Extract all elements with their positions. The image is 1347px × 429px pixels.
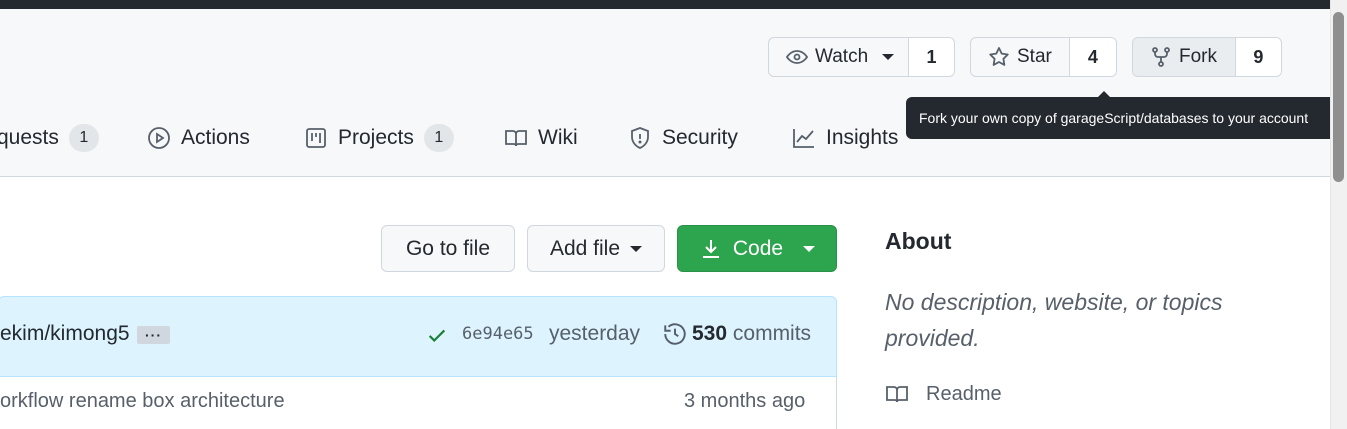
tab-label: Wiki: [538, 126, 578, 149]
commit-sha-link[interactable]: 6e94e65: [462, 324, 534, 344]
star-count[interactable]: 4: [1069, 38, 1116, 76]
tab-projects[interactable]: Projects 1: [304, 120, 454, 156]
star-button[interactable]: Star: [971, 38, 1070, 76]
chevron-down-icon: [630, 245, 643, 252]
fork-button[interactable]: Fork: [1133, 38, 1236, 76]
download-icon: [699, 237, 723, 261]
star-button-group: Star 4: [970, 37, 1117, 77]
commits-label: commits: [732, 322, 812, 345]
top-navbar: [0, 0, 1330, 9]
tab-label: quests: [0, 126, 59, 149]
commit-expand-button[interactable]: ···: [137, 326, 170, 344]
watch-count[interactable]: 1: [909, 38, 954, 76]
play-icon: [147, 126, 171, 150]
shield-icon: [628, 126, 652, 150]
check-icon[interactable]: [426, 324, 448, 351]
file-commit-time: 3 months ago: [684, 390, 806, 412]
about-description: No description, website, or topics provi…: [885, 289, 1223, 351]
add-file-button[interactable]: Add file: [527, 225, 665, 272]
code-label: Code: [732, 236, 784, 260]
tab-wiki[interactable]: Wiki: [504, 120, 578, 156]
tab-pull-requests[interactable]: quests 1: [0, 120, 99, 156]
go-to-file-button[interactable]: Go to file: [381, 225, 515, 272]
watch-button-group: Watch 1: [768, 37, 955, 77]
book-icon: [504, 126, 528, 150]
readme-link[interactable]: Readme: [885, 382, 1002, 406]
commit-author-link[interactable]: ekim/kimong5: [0, 322, 130, 346]
tab-counter: 1: [68, 124, 99, 152]
fork-icon: [1149, 45, 1173, 69]
tab-label: Insights: [826, 126, 899, 149]
file-commit-message[interactable]: orkflow rename box architecture: [0, 390, 285, 413]
graph-icon: [792, 126, 816, 150]
project-icon: [304, 126, 328, 150]
history-icon: [662, 321, 688, 352]
fork-label: Fork: [1179, 46, 1217, 67]
watch-label: Watch: [815, 46, 869, 67]
tab-actions[interactable]: Actions: [147, 120, 250, 156]
code-button[interactable]: Code: [677, 225, 837, 272]
scrollbar-thumb[interactable]: [1333, 12, 1344, 182]
book-icon: [885, 382, 909, 406]
about-heading: About: [885, 228, 952, 254]
commits-link[interactable]: 530 commits: [692, 322, 811, 346]
star-icon: [987, 45, 1011, 69]
tab-counter: 1: [423, 124, 454, 152]
star-label: Star: [1017, 46, 1052, 67]
chevron-down-icon: [882, 54, 895, 60]
go-to-file-label: Go to file: [405, 236, 491, 260]
fork-count[interactable]: 9: [1235, 38, 1281, 76]
commits-count: 530: [692, 322, 728, 345]
fork-tooltip: Fork your own copy of garageScript/datab…: [906, 91, 1347, 139]
tab-security[interactable]: Security: [628, 120, 738, 156]
watch-button[interactable]: Watch: [769, 38, 909, 76]
tab-label: Actions: [181, 126, 250, 149]
tab-label: Projects: [338, 126, 414, 149]
commit-time: yesterday: [549, 322, 641, 345]
fork-button-group: Fork 9: [1132, 37, 1282, 77]
tab-insights[interactable]: Insights: [792, 120, 898, 156]
add-file-label: Add file: [549, 236, 621, 260]
readme-label: Readme: [926, 382, 1002, 405]
eye-icon: [785, 45, 809, 69]
chevron-down-icon: [803, 245, 816, 252]
tab-label: Security: [662, 126, 738, 149]
